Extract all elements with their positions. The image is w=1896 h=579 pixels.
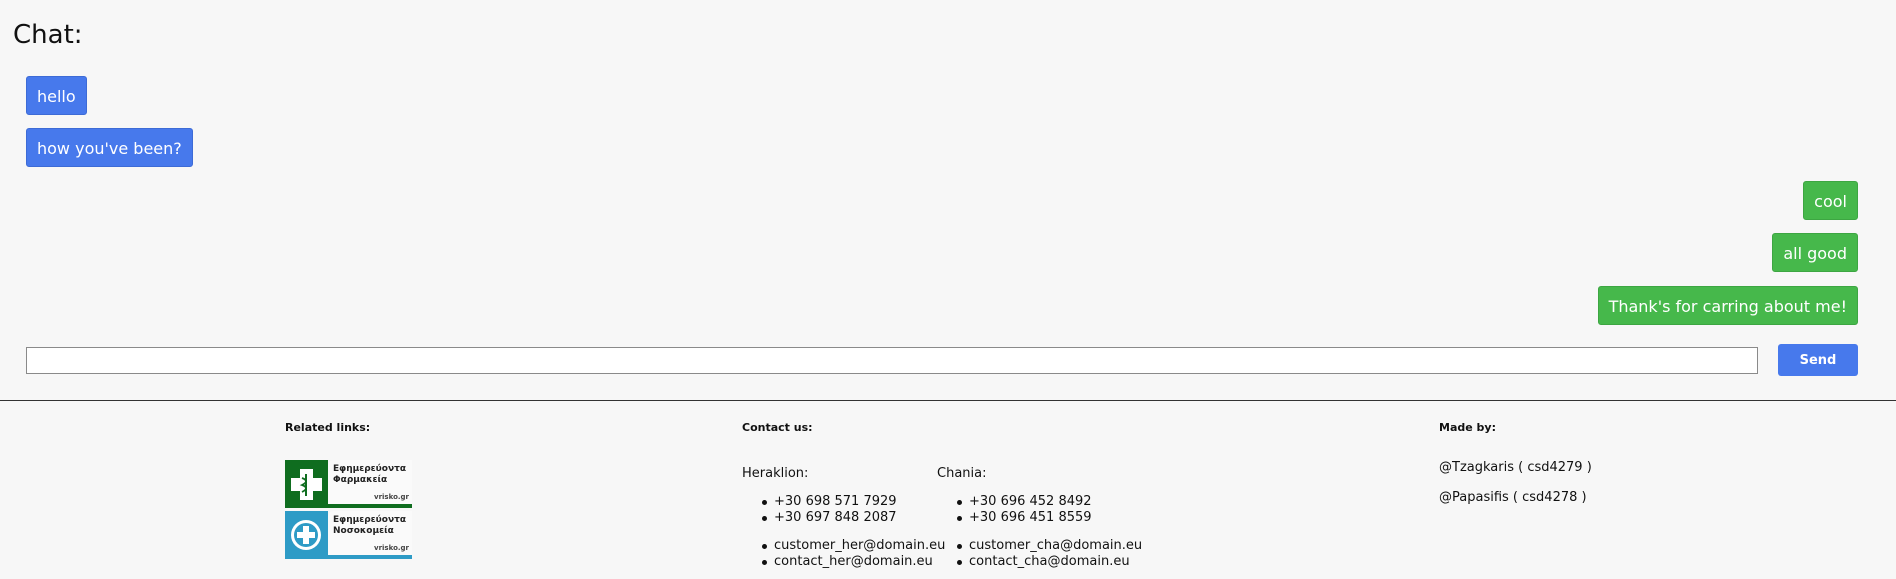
pharmacy-icon — [285, 460, 328, 508]
author-name: @Tzagkaris ( csd4279 ) — [1439, 460, 1592, 475]
city-chania: Chania: — [937, 466, 987, 481]
chat-message-sent: Thank's for carring about me! — [1597, 286, 1858, 325]
pharmacies-link[interactable]: Εφημερεύοντα Φαρμακεία vrisko.gr — [285, 460, 412, 508]
chat-message-sent: all good — [1772, 233, 1858, 272]
made-by-heading: Made by: — [1439, 421, 1496, 434]
email-link[interactable]: contact_her@domain.eu — [742, 554, 945, 570]
chat-title: Chat: — [13, 20, 83, 50]
chat-message-received: how you've been? — [26, 128, 193, 167]
heraklion-emails: customer_her@domain.eu contact_her@domai… — [742, 538, 945, 570]
contact-heading: Contact us: — [742, 421, 813, 434]
author-name: @Papasifis ( csd4278 ) — [1439, 490, 1587, 505]
phone-number: +30 696 451 8559 — [937, 510, 1092, 526]
email-link[interactable]: customer_cha@domain.eu — [937, 538, 1142, 554]
city-heraklion: Heraklion: — [742, 466, 809, 481]
chat-message-sent: cool — [1803, 181, 1858, 220]
send-button[interactable]: Send — [1778, 344, 1858, 376]
chania-phones: +30 696 452 8492 +30 696 451 8559 — [937, 494, 1092, 526]
heraklion-phones: +30 698 571 7929 +30 697 848 2087 — [742, 494, 897, 526]
logo-text: Εφημερεύοντα Φαρμακεία — [333, 464, 406, 485]
email-link[interactable]: contact_cha@domain.eu — [937, 554, 1142, 570]
phone-number: +30 696 452 8492 — [937, 494, 1092, 510]
logo-text: Εφημερεύοντα Νοσοκομεία — [333, 515, 406, 536]
logo-brand: vrisko.gr — [374, 493, 409, 501]
chania-emails: customer_cha@domain.eu contact_cha@domai… — [937, 538, 1142, 570]
message-input[interactable] — [26, 347, 1758, 374]
hospitals-link[interactable]: Εφημερεύοντα Νοσοκομεία vrisko.gr — [285, 511, 412, 559]
hospital-icon — [285, 511, 328, 559]
footer-divider — [0, 400, 1896, 401]
chat-message-received: hello — [26, 76, 87, 115]
phone-number: +30 697 848 2087 — [742, 510, 897, 526]
email-link[interactable]: customer_her@domain.eu — [742, 538, 945, 554]
logo-brand: vrisko.gr — [374, 544, 409, 552]
related-links-heading: Related links: — [285, 421, 371, 434]
phone-number: +30 698 571 7929 — [742, 494, 897, 510]
